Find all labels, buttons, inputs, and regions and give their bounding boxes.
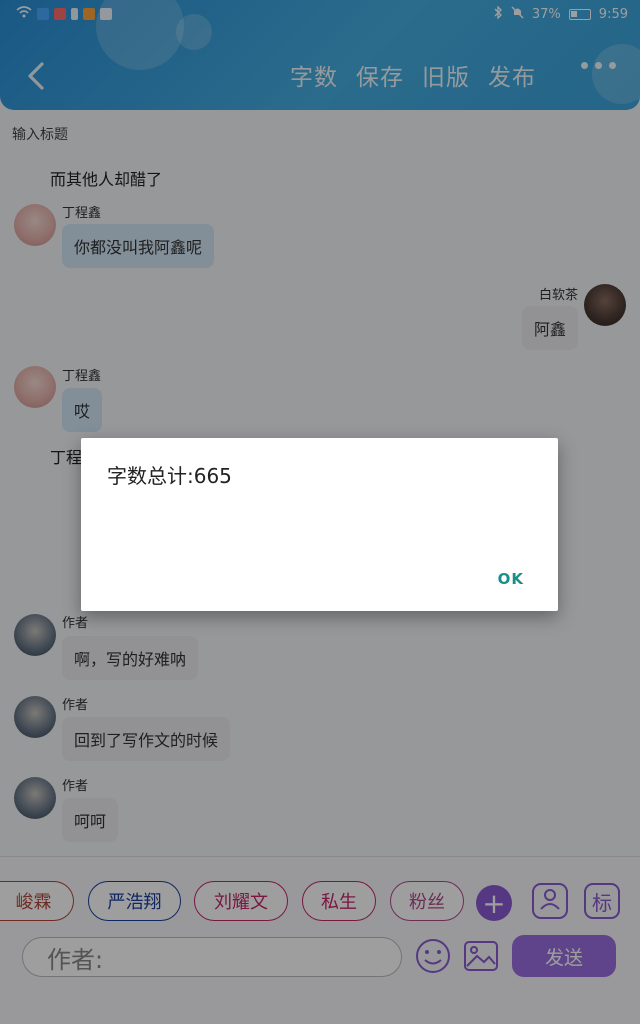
word-count-dialog: 字数总计:665 OK — [81, 438, 558, 611]
ok-button[interactable]: OK — [498, 570, 524, 588]
dialog-message: 字数总计:665 — [107, 464, 232, 488]
